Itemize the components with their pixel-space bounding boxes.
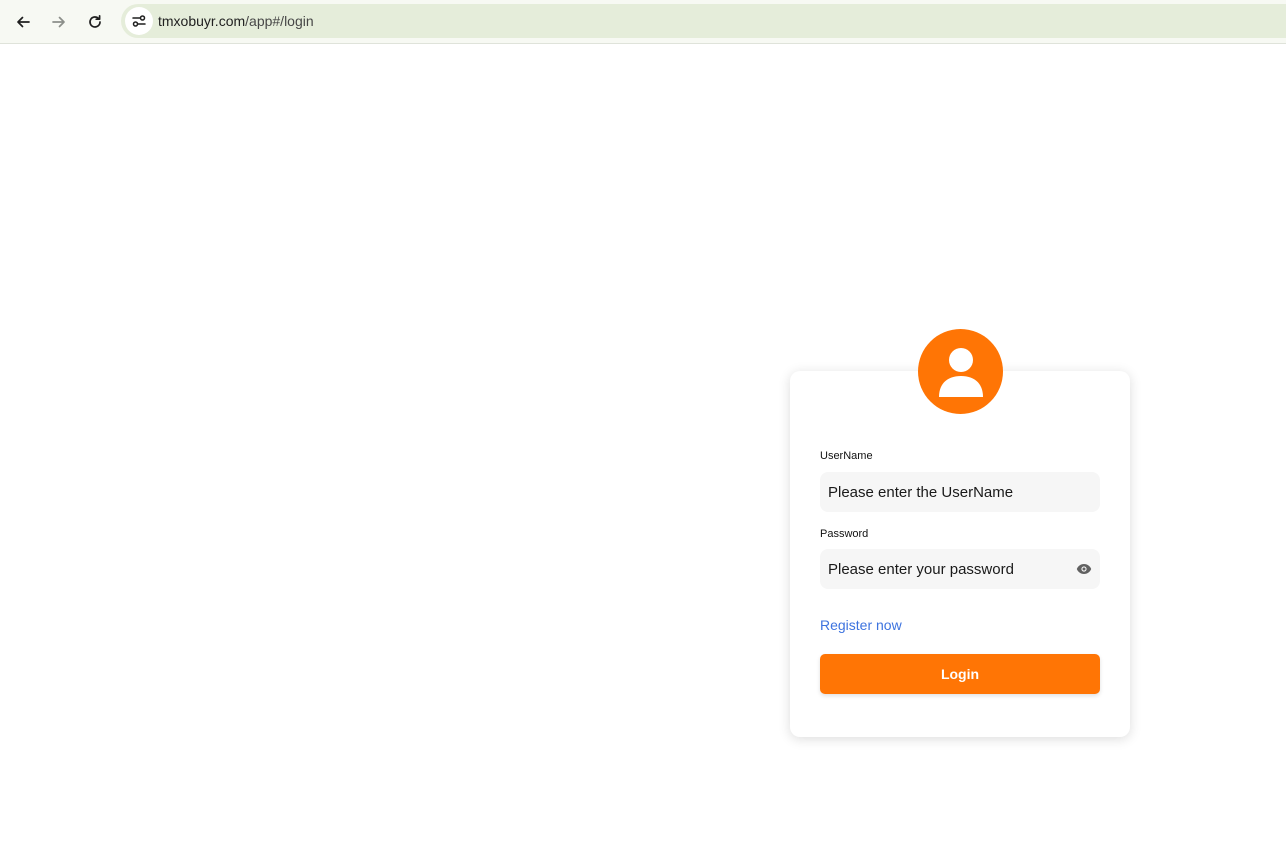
user-icon	[938, 347, 983, 397]
back-arrow-icon	[17, 16, 30, 28]
browser-toolbar: tmxobuyr.com/app#/login	[0, 0, 1286, 44]
url-text[interactable]: tmxobuyr.com/app#/login	[158, 13, 314, 29]
avatar	[918, 329, 1003, 414]
password-label: Password	[820, 528, 869, 540]
forward-button[interactable]	[43, 6, 75, 38]
address-bar[interactable]: tmxobuyr.com/app#/login	[121, 4, 1286, 38]
reload-button[interactable]	[79, 6, 111, 38]
username-label: UserName	[820, 450, 873, 462]
forward-arrow-icon	[52, 16, 65, 28]
back-button[interactable]	[7, 6, 39, 38]
reload-icon	[89, 14, 101, 28]
register-link[interactable]: Register now	[820, 617, 902, 633]
site-info-button[interactable]	[125, 7, 153, 35]
eye-icon	[1076, 564, 1092, 574]
password-visibility-toggle[interactable]	[1075, 561, 1093, 577]
url-path: /app#/login	[245, 13, 314, 29]
login-card: UserName Password Register now Login	[790, 371, 1130, 737]
login-button[interactable]: Login	[820, 654, 1100, 694]
url-host: tmxobuyr.com	[158, 13, 246, 29]
password-input[interactable]	[820, 549, 1100, 589]
tune-icon	[132, 15, 146, 27]
username-input[interactable]	[820, 472, 1100, 512]
